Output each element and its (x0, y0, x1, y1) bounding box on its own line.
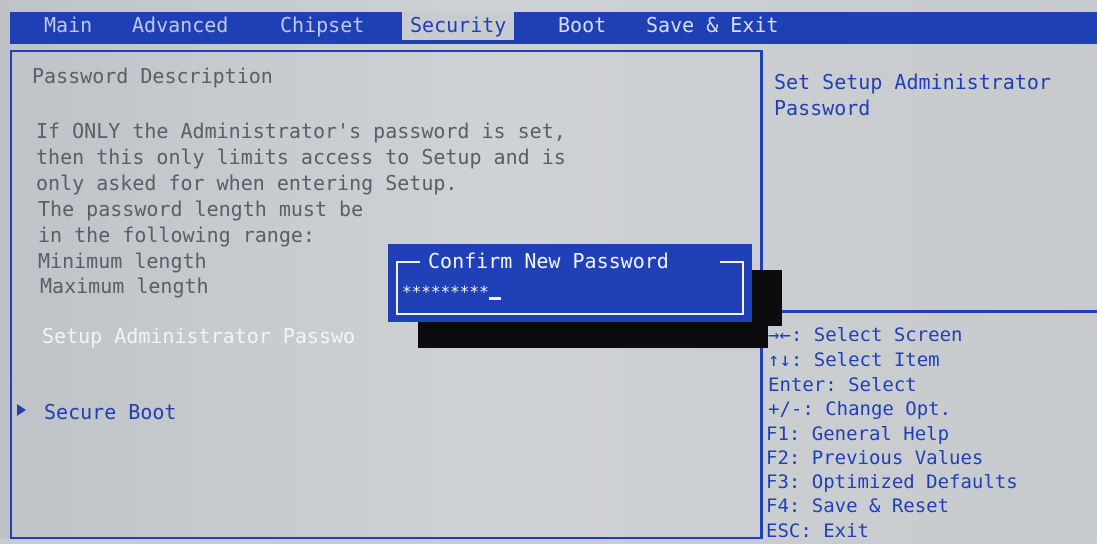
desc-line-2: then this only limits access to Setup an… (36, 145, 566, 169)
help-text-line-2: Password (774, 96, 871, 120)
password-masked-value: ********* (402, 282, 489, 301)
key-enter-select: Enter: Select (768, 374, 917, 396)
key-optimized-defaults: F3: Optimized Defaults (766, 471, 1018, 493)
tab-boot[interactable]: Boot (558, 12, 606, 44)
password-input[interactable]: ********* (402, 280, 722, 304)
setup-admin-password-item[interactable]: Setup Administrator Passwo (42, 323, 355, 349)
tab-security[interactable]: Security (402, 12, 515, 40)
tab-main[interactable]: Main (44, 12, 92, 44)
tab-advanced[interactable]: Advanced (132, 12, 228, 44)
desc-line-5: in the following range: (38, 223, 315, 247)
dialog-shadow-side (752, 270, 782, 326)
tab-chipset[interactable]: Chipset (280, 12, 364, 44)
secure-boot-item[interactable]: Secure Boot (44, 399, 176, 425)
dialog-title: Confirm New Password (428, 249, 669, 273)
key-general-help: F1: General Help (766, 423, 950, 445)
confirm-password-dialog: Confirm New Password ********* (388, 244, 752, 322)
key-save-reset: F4: Save & Reset (766, 495, 950, 517)
key-esc-exit: ESC: Exit (766, 520, 869, 542)
bios-screen: Main Advanced Chipset Security Boot Save… (0, 0, 1097, 542)
key-select-screen: →←: Select Screen (768, 324, 963, 346)
desc-line-4: The password length must be (38, 197, 364, 221)
help-divider (763, 310, 1097, 313)
menu-bar: Main Advanced Chipset Security Boot Save… (10, 12, 1097, 44)
key-change-opt: +/-: Change Opt. (768, 398, 952, 420)
maximum-length-label: Maximum length (40, 274, 209, 298)
tab-save-exit[interactable]: Save & Exit (646, 12, 778, 44)
dialog-border-top-right (720, 261, 744, 263)
submenu-arrow-icon (17, 404, 26, 416)
key-previous-values: F2: Previous Values (766, 447, 984, 469)
password-description-heading: Password Description (32, 64, 273, 88)
desc-line-1: If ONLY the Administrator's password is … (36, 119, 566, 143)
desc-line-3: only asked for when entering Setup. (36, 171, 458, 195)
key-select-item: ↑↓: Select Item (768, 349, 940, 371)
dialog-shadow (418, 322, 768, 348)
help-text-line-1: Set Setup Administrator (774, 70, 1051, 94)
minimum-length-label: Minimum length (38, 249, 207, 273)
text-cursor (488, 297, 501, 300)
dialog-border-top-left (396, 261, 420, 263)
